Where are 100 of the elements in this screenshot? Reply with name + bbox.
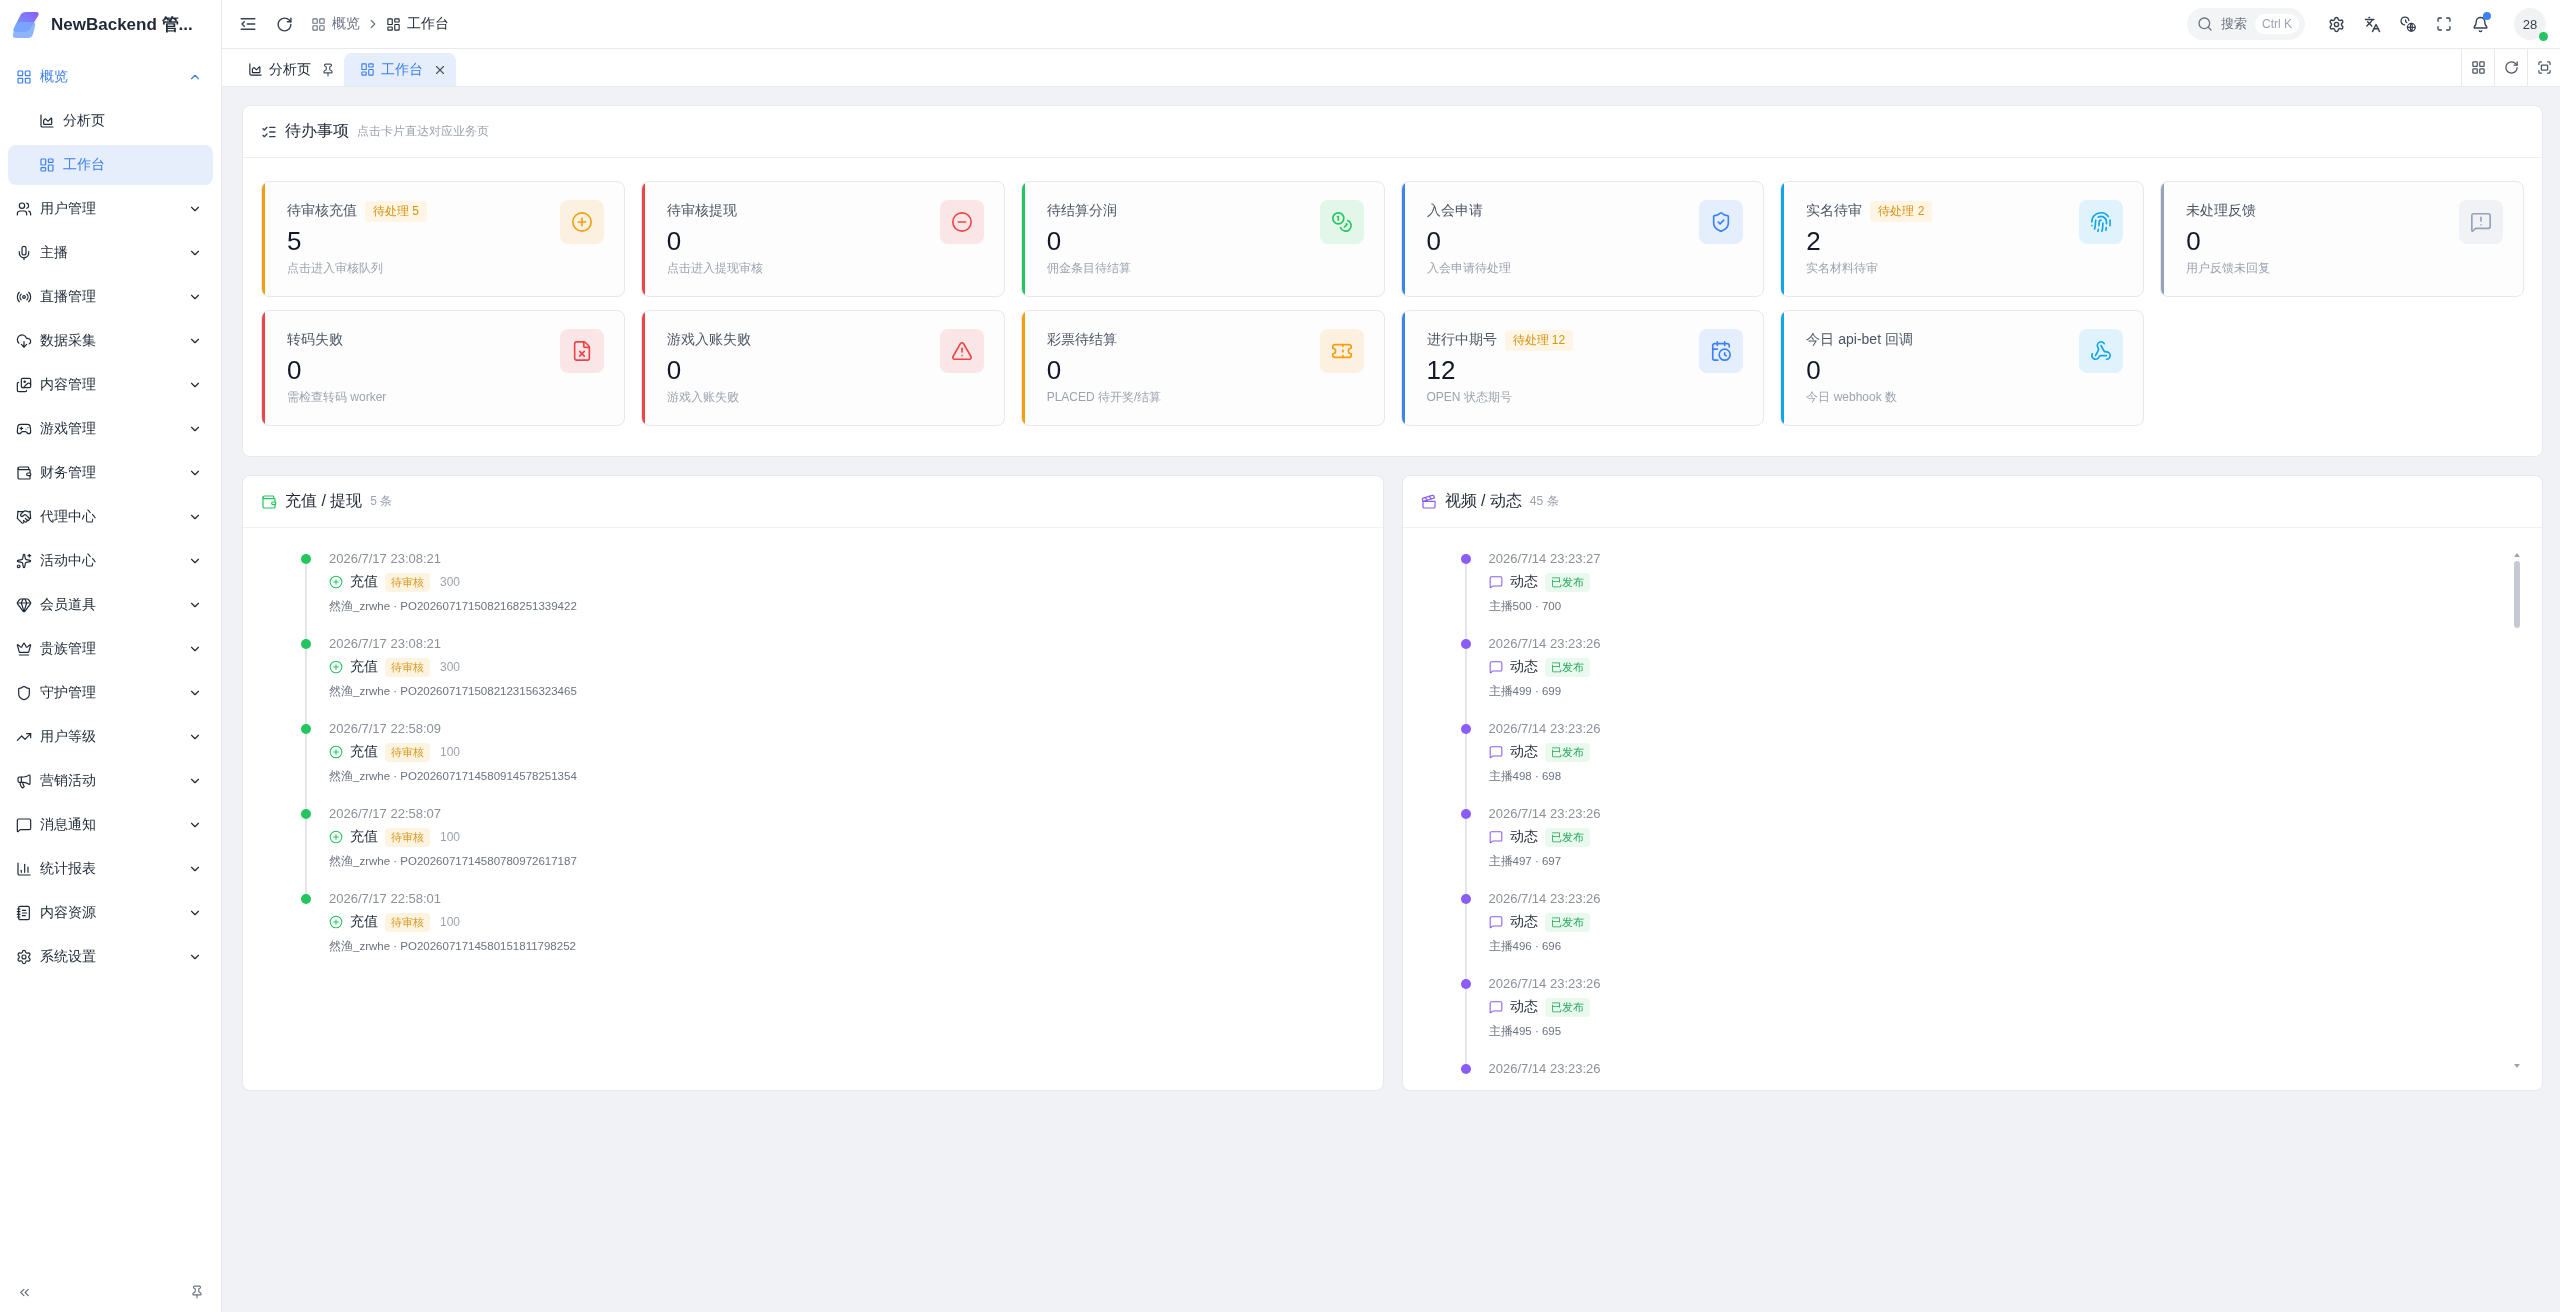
pin-icon <box>321 62 335 77</box>
breadcrumb-link[interactable]: 概览 <box>311 15 360 33</box>
todo-stat-card[interactable]: 待审核提现 0 点击进入提现审核 <box>640 181 1005 297</box>
sidebar-menu-item[interactable]: 消息通知 <box>8 805 213 845</box>
sidebar-menu-item[interactable]: 游戏管理 <box>8 409 213 449</box>
clapperboard-icon <box>1420 493 1437 510</box>
fullscreen-icon <box>2536 60 2552 75</box>
stat-description: 佣金条目待结算 <box>1046 260 1131 276</box>
refresh-icon <box>2503 60 2519 75</box>
sidebar-menu-item[interactable]: 系统设置 <box>8 937 213 977</box>
todo-stat-card[interactable]: 未处理反馈 0 用户反馈未回复 <box>2160 181 2524 297</box>
stat-value: 0 <box>1426 225 1442 258</box>
todo-stat-card[interactable]: 彩票待结算 0 PLACED 待开奖/结算 <box>1020 310 1385 426</box>
dashboard-icon <box>39 157 55 173</box>
pending-badge: 待处理 12 <box>1504 329 1574 351</box>
pin-icon <box>190 1285 204 1299</box>
file-x-icon <box>559 329 604 373</box>
handshake-icon <box>16 509 32 525</box>
gamepad-icon <box>16 421 32 437</box>
dashboard-icon <box>386 16 401 32</box>
gem-icon <box>16 597 32 613</box>
stat-description: PLACED 待开奖/结算 <box>1046 389 1162 405</box>
stat-description: 用户反馈未回复 <box>2186 260 2271 276</box>
brand-name: NewBackend 管... <box>51 14 193 36</box>
timeline-time: 2026/7/14 23:23:26 <box>1488 975 1601 993</box>
record-detail: 然渔_zrwhe · PO2026071714580914578251354 <box>329 769 577 784</box>
message-icon <box>1488 830 1503 844</box>
stat-title: 进行中期号 <box>1426 331 1497 349</box>
status-tag: 待审核 <box>385 742 430 762</box>
status-tag: 已发布 <box>1544 572 1590 592</box>
sidebar-menu-item[interactable]: 主播 <box>8 233 213 273</box>
timeline-time: 2026/7/17 22:58:01 <box>329 890 443 908</box>
todo-stat-card[interactable]: 实名待审 待处理 2 2 实名材料待审 <box>1780 181 2145 297</box>
stat-description: 需检查转码 worker <box>287 389 387 405</box>
card-subtitle: 点击卡片直达对应业务页 <box>357 123 489 140</box>
status-tag: 已发布 <box>1544 827 1590 847</box>
stat-title: 转码失败 <box>287 331 343 349</box>
amount-text: 100 <box>440 745 461 759</box>
panel-title: 充值 / 提现 <box>285 491 363 511</box>
todo-stat-card[interactable]: 进行中期号 待处理 12 12 OPEN 状态期号 <box>1400 310 1765 426</box>
stat-value: 0 <box>2186 225 2202 258</box>
timeline-time: 2026/7/17 23:08:21 <box>329 550 443 568</box>
sidebar-menu-item[interactable]: 用户管理 <box>8 189 213 229</box>
timeline-time: 2026/7/14 23:23:26 <box>1488 720 1601 738</box>
sidebar-menu-item[interactable]: 用户等级 <box>8 717 213 757</box>
sidebar-menu-item[interactable]: 会员道具 <box>8 585 213 625</box>
bell-icon <box>2471 15 2489 33</box>
scroll-down-arrow-icon <box>2514 1064 2520 1068</box>
todo-stat-card[interactable]: 转码失败 0 需检查转码 worker <box>261 310 625 426</box>
stat-title: 待审核充值 <box>287 202 357 220</box>
sidebar-menu-item[interactable]: 内容管理 <box>8 365 213 405</box>
sidebar-menu-item[interactable]: 财务管理 <box>8 453 213 493</box>
megaphone-icon <box>16 773 32 789</box>
stat-title: 入会申请 <box>1426 202 1483 220</box>
record-type: 充值 <box>350 743 378 761</box>
sidebar-menu-item[interactable]: 贵族管理 <box>8 629 213 669</box>
record-type: 动态 <box>1509 913 1538 931</box>
record-type: 充值 <box>350 828 378 846</box>
todo-stat-card[interactable]: 待审核充值 待处理 5 5 点击进入审核队列 <box>261 181 625 297</box>
stat-value: 0 <box>287 354 303 387</box>
sidebar-menu-item[interactable]: 营销活动 <box>8 761 213 801</box>
todo-stat-card[interactable]: 入会申请 0 入会申请待处理 <box>1400 181 1765 297</box>
sidebar-menu-item[interactable]: 数据采集 <box>8 321 213 361</box>
card-title: 待办事项 <box>285 121 349 141</box>
user-avatar[interactable]: 28 <box>2514 8 2546 40</box>
status-tag: 待审核 <box>385 827 430 847</box>
timeline-time: 2026/7/17 22:58:09 <box>329 720 443 738</box>
status-tag: 待审核 <box>385 657 430 677</box>
refresh-icon <box>275 15 293 33</box>
users-icon <box>16 201 32 217</box>
fingerprint-icon <box>2079 200 2124 244</box>
sidebar-menu-item[interactable]: 活动中心 <box>8 541 213 581</box>
fullscreen-icon <box>2436 16 2452 32</box>
microphone-icon <box>16 245 32 261</box>
pending-badge: 待处理 5 <box>365 200 427 222</box>
stat-title: 未处理反馈 <box>2186 202 2257 220</box>
sidebar-menu-item[interactable]: 概览 <box>8 57 213 97</box>
sidebar-menu-item[interactable]: 直播管理 <box>8 277 213 317</box>
todo-stat-card[interactable]: 今日 api-bet 回调 0 今日 webhook 数 <box>1780 310 2145 426</box>
sidebar-submenu-item[interactable]: 分析页 <box>8 101 213 141</box>
sidebar-menu-item[interactable]: 统计报表 <box>8 849 213 889</box>
stat-value: 2 <box>1806 225 1822 258</box>
grid-icon <box>2470 60 2486 75</box>
page-tab[interactable]: 分析页 <box>232 53 344 86</box>
status-tag: 已发布 <box>1544 912 1590 932</box>
search-button[interactable]: 搜索 Ctrl K <box>2187 8 2305 40</box>
todo-stat-card[interactable]: 待结算分润 0 佣金条目待结算 <box>1020 181 1385 297</box>
shortcut-hint: Ctrl K <box>2255 14 2299 34</box>
sidebar-menu-item[interactable]: 代理中心 <box>8 497 213 537</box>
breadcrumb-link[interactable]: 工作台 <box>386 15 449 33</box>
record-detail: 主播495 · 695 <box>1488 1024 1563 1039</box>
webhook-icon <box>2079 329 2124 373</box>
todo-stat-card[interactable]: 游戏入账失败 0 游戏入账失败 <box>640 310 1005 426</box>
stat-description: OPEN 状态期号 <box>1426 389 1513 405</box>
stat-title: 待审核提现 <box>666 202 737 220</box>
sidebar-menu-item[interactable]: 守护管理 <box>8 673 213 713</box>
sidebar-menu-item[interactable]: 内容资源 <box>8 893 213 933</box>
record-detail: 然渔_zrwhe · PO2026071715082123156323465 <box>329 684 577 699</box>
record-detail: 主播499 · 699 <box>1488 684 1563 699</box>
scrollbar-thumb[interactable] <box>2514 561 2520 628</box>
